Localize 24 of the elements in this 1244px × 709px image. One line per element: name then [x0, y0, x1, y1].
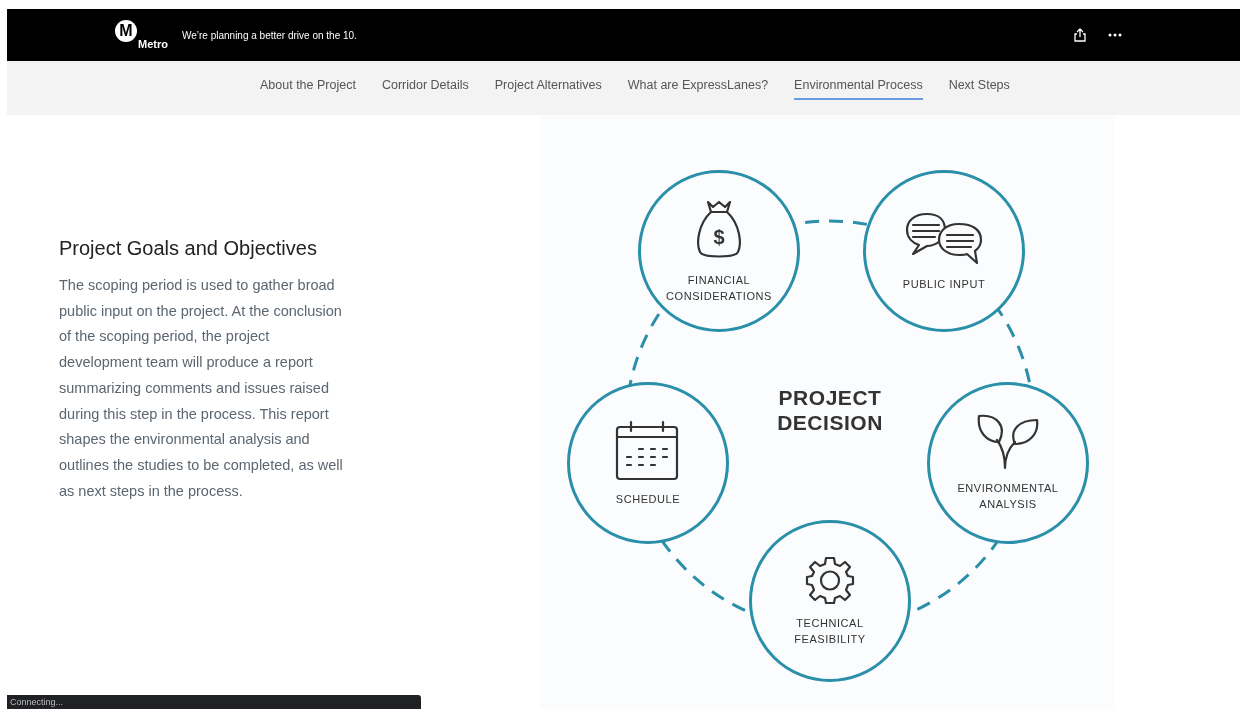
sprout-icon	[977, 414, 1039, 470]
nav-link[interactable]: Next Steps	[948, 76, 1010, 100]
status-text: Connecting...	[10, 697, 64, 707]
share-icon[interactable]	[1074, 28, 1086, 42]
calendar-icon	[615, 419, 681, 481]
logo-text: Metro	[138, 39, 168, 50]
node-label: TECHNICAL FEASIBILITY	[793, 616, 867, 647]
more-icon[interactable]	[1108, 33, 1122, 37]
nav-link[interactable]: Project Alternatives	[494, 76, 602, 100]
nav-link[interactable]: About the Project	[260, 76, 356, 100]
nav-link[interactable]: Corridor Details	[381, 76, 469, 100]
node-label: FINANCIAL CONSIDERATIONS	[665, 273, 773, 304]
gear-icon	[805, 555, 855, 605]
node-label: PUBLIC INPUT	[901, 277, 987, 292]
logo-mark: M	[115, 20, 137, 42]
node-label: SCHEDULE	[614, 492, 682, 507]
section-heading: Project Goals and Objectives	[59, 236, 318, 261]
center-label: PROJECT DECISION	[776, 385, 884, 435]
section-paragraph: The scoping period is used to gather broad public input on the project. At the conclusion of the scoping period, the project development team will produce a report summarizing comments and issues raised during this step in the process. This report shapes the environmental analysis and outlines the studies to be completed, as well as next steps in the process.	[59, 276, 344, 501]
nav-link[interactable]: What are ExpressLanes?	[627, 76, 769, 100]
nav-link[interactable]: Environmental Process	[794, 76, 923, 100]
node-label: ENVIRONMENTAL ANALYSIS	[956, 481, 1060, 512]
tagline: We’re planning a better drive on the 10.	[181, 28, 357, 43]
speech-bubbles-icon	[905, 210, 983, 266]
